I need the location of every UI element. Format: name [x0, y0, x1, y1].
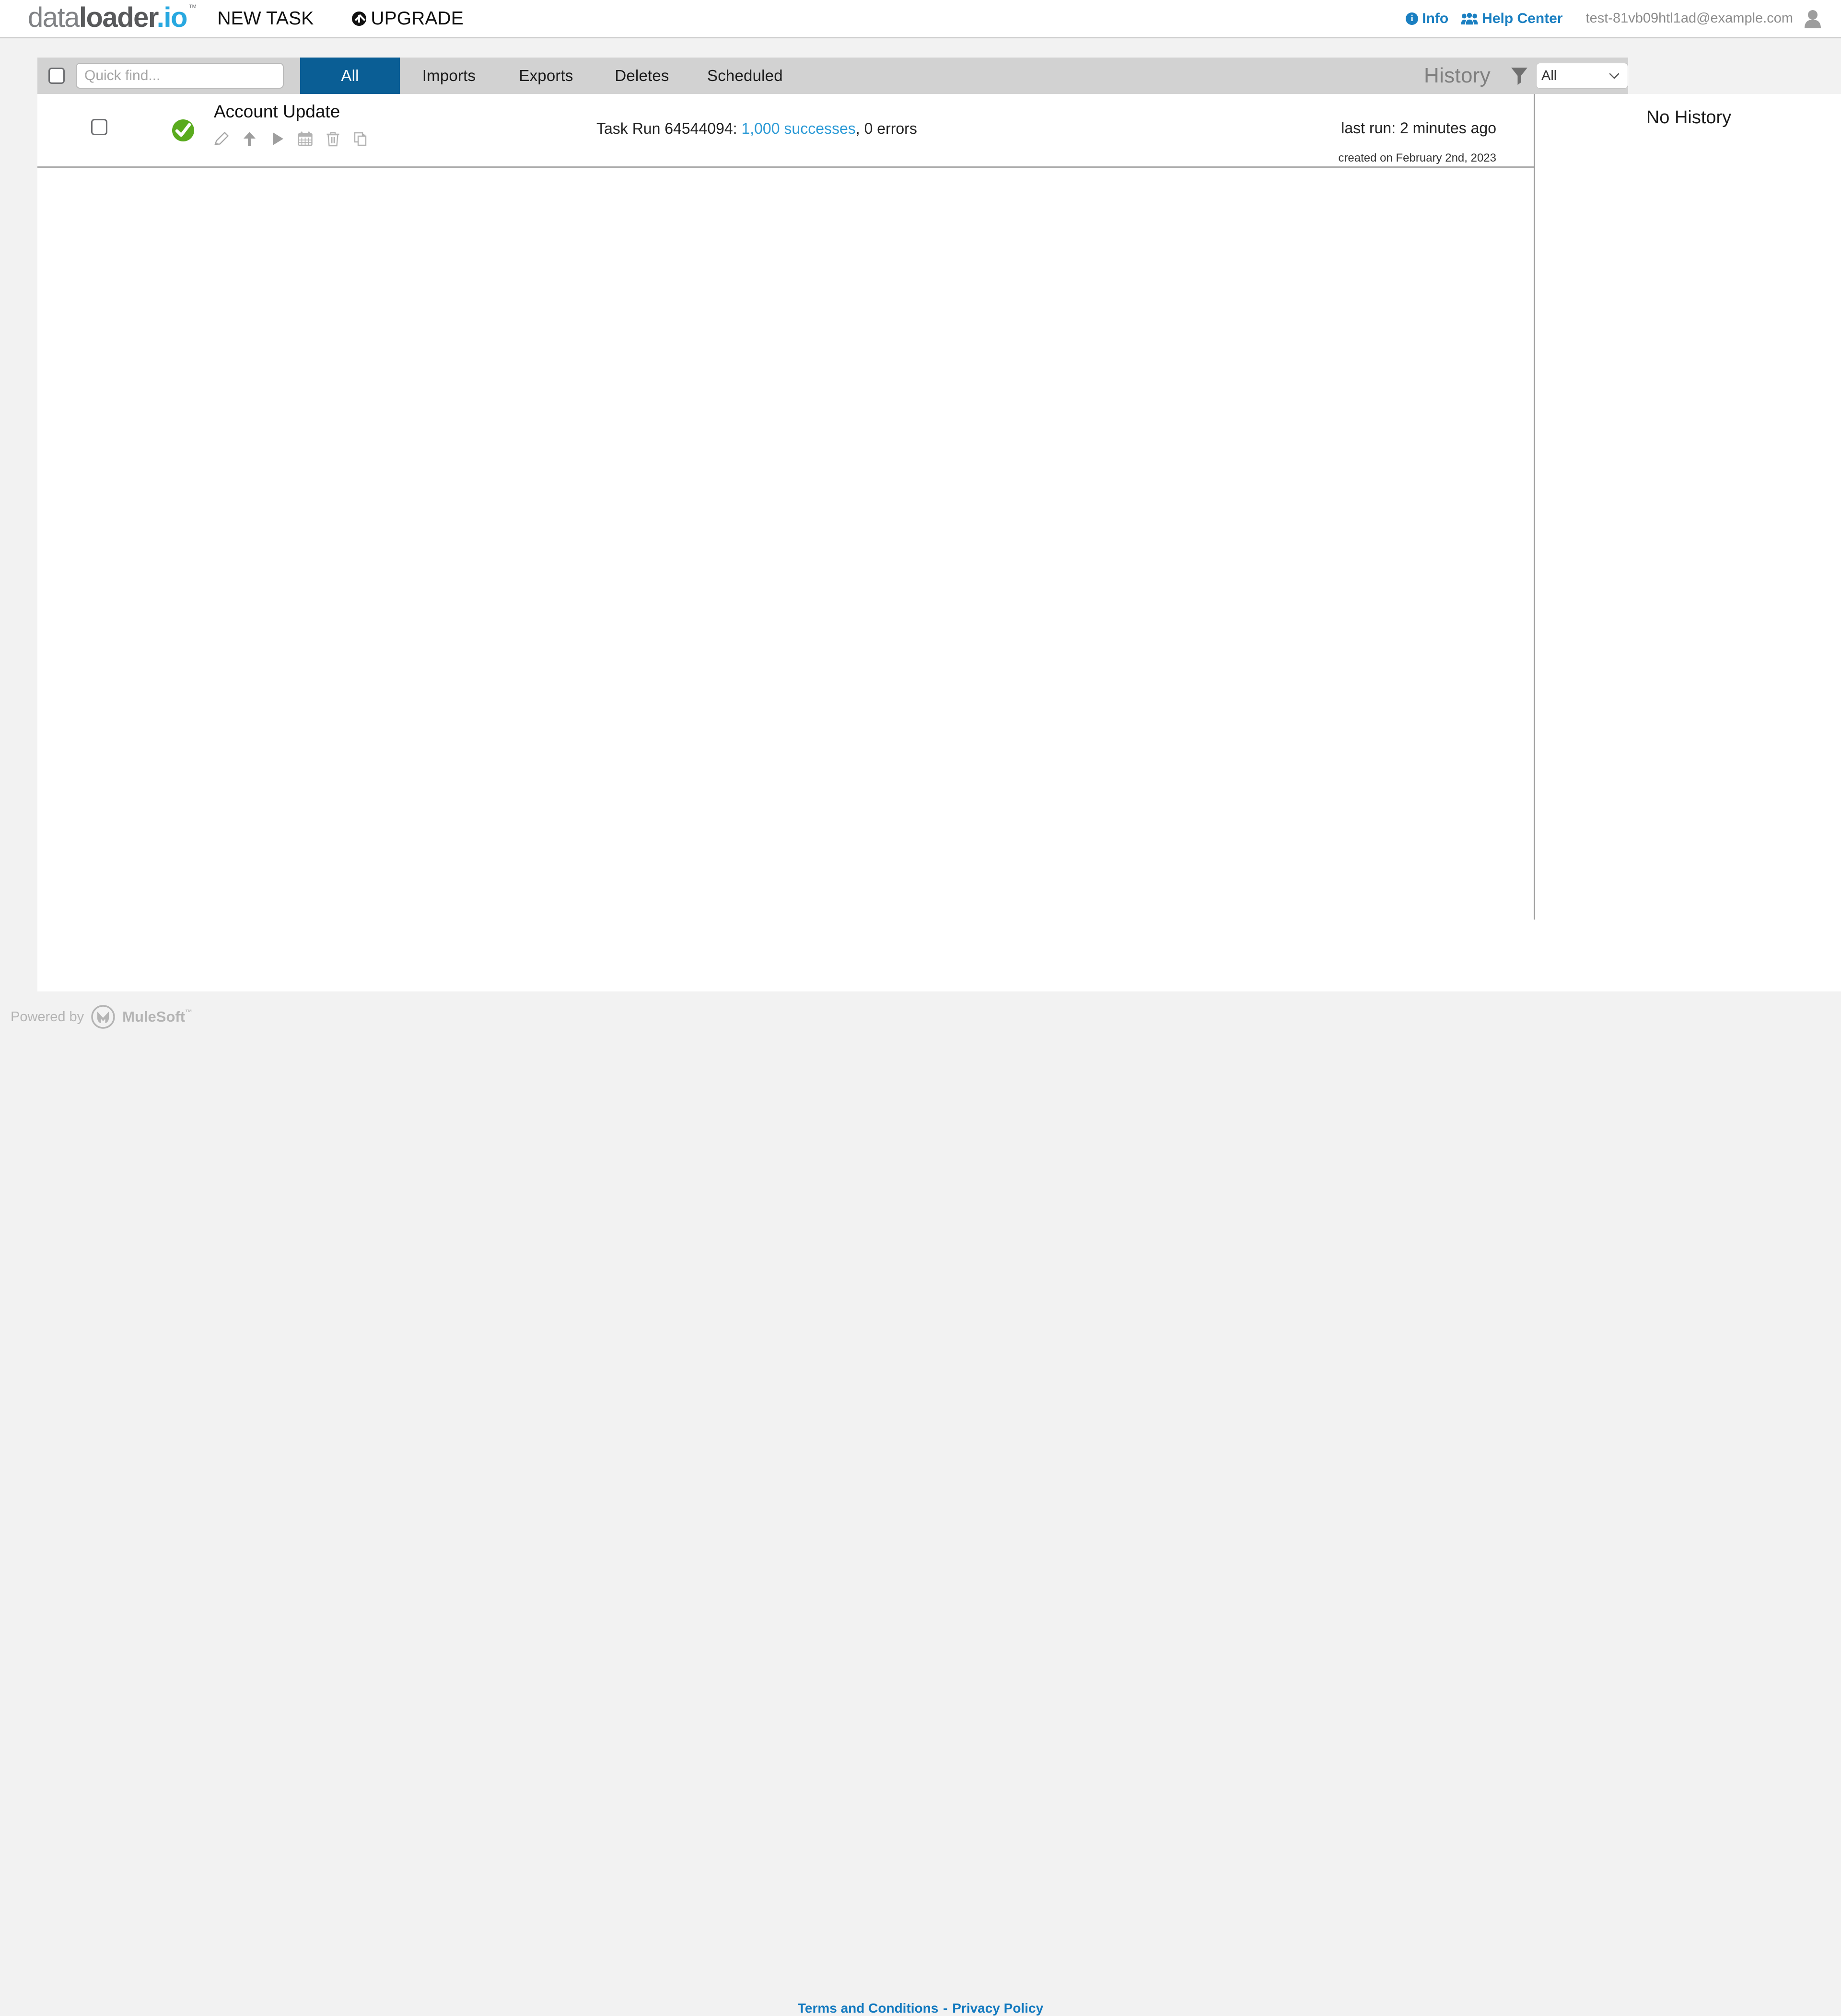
upgrade-button[interactable]: UPGRADE [352, 8, 464, 29]
history-filter-select[interactable]: AllImportsExportsDeletes [1536, 63, 1628, 89]
mulesoft-logo-icon [91, 1004, 116, 1029]
calendar-schedule-icon[interactable] [296, 130, 314, 148]
task-run-prefix: Task Run 64544094: [596, 120, 741, 137]
tab-imports[interactable]: Imports [400, 58, 498, 94]
info-link[interactable]: i Info [1406, 11, 1448, 27]
task-action-bar [213, 130, 370, 148]
row-checkbox-wrapper [91, 119, 107, 135]
app-header: dataloader.io™ NEW TASK UPGRADE i Info H… [0, 0, 1841, 38]
table-row[interactable]: Account Update [37, 94, 1534, 168]
tab-scheduled[interactable]: Scheduled [690, 58, 800, 94]
copy-clone-icon[interactable] [352, 130, 370, 148]
privacy-policy-link[interactable]: Privacy Policy [952, 2001, 1043, 2016]
help-center-label: Help Center [1482, 11, 1562, 27]
select-all-wrapper [37, 68, 76, 84]
select-all-checkbox[interactable] [48, 68, 65, 84]
arrow-up-circle-icon [352, 12, 366, 26]
task-run-suffix: , 0 errors [856, 120, 917, 137]
row-select-checkbox[interactable] [91, 119, 107, 135]
no-history-message: No History [1646, 107, 1731, 920]
logo-trademark: ™ [188, 3, 197, 12]
people-group-icon [1461, 12, 1478, 25]
status-icon-wrapper [171, 118, 196, 145]
logo-part-io: .io [157, 2, 187, 33]
arrow-up-upload-icon[interactable] [241, 130, 258, 148]
play-run-icon[interactable] [268, 130, 286, 148]
app-footer: Powered by MuleSoft™ Terms and Condition… [0, 991, 1841, 1036]
check-circle-success-icon [171, 118, 196, 143]
task-run-successes[interactable]: 1,000 successes [741, 120, 855, 137]
dataloader-logo[interactable]: dataloader.io™ [28, 3, 196, 32]
logo-part-data: data [28, 2, 79, 33]
user-avatar-icon[interactable] [1804, 9, 1822, 28]
tab-all[interactable]: All [300, 58, 400, 94]
mulesoft-wordmark: MuleSoft™ [122, 1008, 192, 1025]
quick-find-input[interactable] [76, 63, 284, 89]
header-utility-group: i Info Help Center test-81vb09htl1ad@exa… [1406, 9, 1822, 28]
funnel-filter-icon[interactable] [1511, 67, 1528, 85]
task-list-pane: Account Update [37, 94, 1535, 920]
history-heading: History [1424, 64, 1491, 88]
tab-exports[interactable]: Exports [498, 58, 594, 94]
logo-part-loader: loader [79, 2, 157, 33]
mulesoft-word-text: MuleSoft [122, 1008, 185, 1025]
pencil-edit-icon[interactable] [213, 130, 231, 148]
help-center-link[interactable]: Help Center [1461, 11, 1562, 27]
terms-and-conditions-link[interactable]: Terms and Conditions [798, 2001, 939, 2016]
last-run-label: last run: 2 minutes ago [1341, 119, 1496, 137]
created-on-label: created on February 2nd, 2023 [1338, 151, 1496, 165]
task-title[interactable]: Account Update [214, 102, 340, 122]
trash-delete-icon[interactable] [324, 130, 342, 148]
content-panel: Account Update [37, 94, 1841, 991]
powered-by-block: Powered by MuleSoft™ [11, 1004, 192, 1029]
list-toolbar: All Imports Exports Deletes Scheduled Hi… [37, 58, 1628, 94]
history-pane: No History [1537, 94, 1841, 920]
user-email-label: test-81vb09htl1ad@example.com [1586, 11, 1793, 26]
task-run-summary: Task Run 64544094: 1,000 successes, 0 er… [596, 120, 917, 138]
task-type-tabs: All Imports Exports Deletes Scheduled [300, 58, 800, 94]
info-circle-icon: i [1406, 12, 1418, 25]
toolbar-right-group: History AllImportsExportsDeletes [1424, 63, 1620, 89]
footer-link-separator: - [939, 2001, 951, 2016]
mulesoft-trademark: ™ [185, 1008, 192, 1016]
tab-deletes[interactable]: Deletes [594, 58, 690, 94]
powered-by-label: Powered by [11, 1009, 84, 1025]
upgrade-label: UPGRADE [371, 8, 464, 29]
footer-links: Terms and Conditions - Privacy Policy [0, 2001, 1841, 2016]
new-task-button[interactable]: NEW TASK [217, 8, 314, 29]
info-label: Info [1422, 11, 1448, 27]
